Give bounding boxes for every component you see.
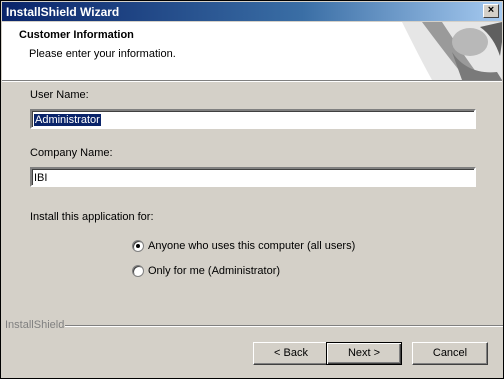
next-button[interactable]: Next > (326, 342, 402, 365)
footer-divider (65, 325, 503, 327)
radio-all-users-label[interactable]: Anyone who uses this computer (all users… (148, 240, 355, 252)
page-subtitle: Please enter your information. (29, 48, 176, 60)
close-icon: × (487, 4, 495, 16)
company-name-field[interactable]: IBI (30, 167, 476, 187)
user-name-field[interactable]: Administrator (30, 109, 476, 129)
wizard-art-icon (402, 22, 502, 80)
radio-only-me-label[interactable]: Only for me (Administrator) (148, 265, 280, 277)
company-name-label: Company Name: (30, 147, 113, 159)
page-title: Customer Information (19, 29, 134, 41)
close-button[interactable]: × (483, 4, 499, 18)
cancel-button[interactable]: Cancel (412, 342, 488, 365)
user-name-value: Administrator (34, 114, 101, 126)
radio-selected-dot (136, 244, 140, 248)
user-name-label: User Name: (30, 89, 89, 101)
radio-all-users[interactable] (132, 240, 144, 252)
header-panel: Customer Information Please enter your i… (2, 22, 502, 80)
radio-only-me[interactable] (132, 265, 144, 277)
installer-window: InstallShield Wizard × Customer Informat… (0, 0, 504, 379)
header-divider (2, 80, 502, 82)
back-button[interactable]: < Back (253, 342, 329, 365)
company-name-value: IBI (34, 172, 48, 184)
install-for-label: Install this application for: (30, 211, 154, 223)
window-title: InstallShield Wizard (6, 5, 120, 19)
brand-label: InstallShield (5, 319, 65, 331)
title-bar[interactable]: InstallShield Wizard × (2, 2, 502, 21)
